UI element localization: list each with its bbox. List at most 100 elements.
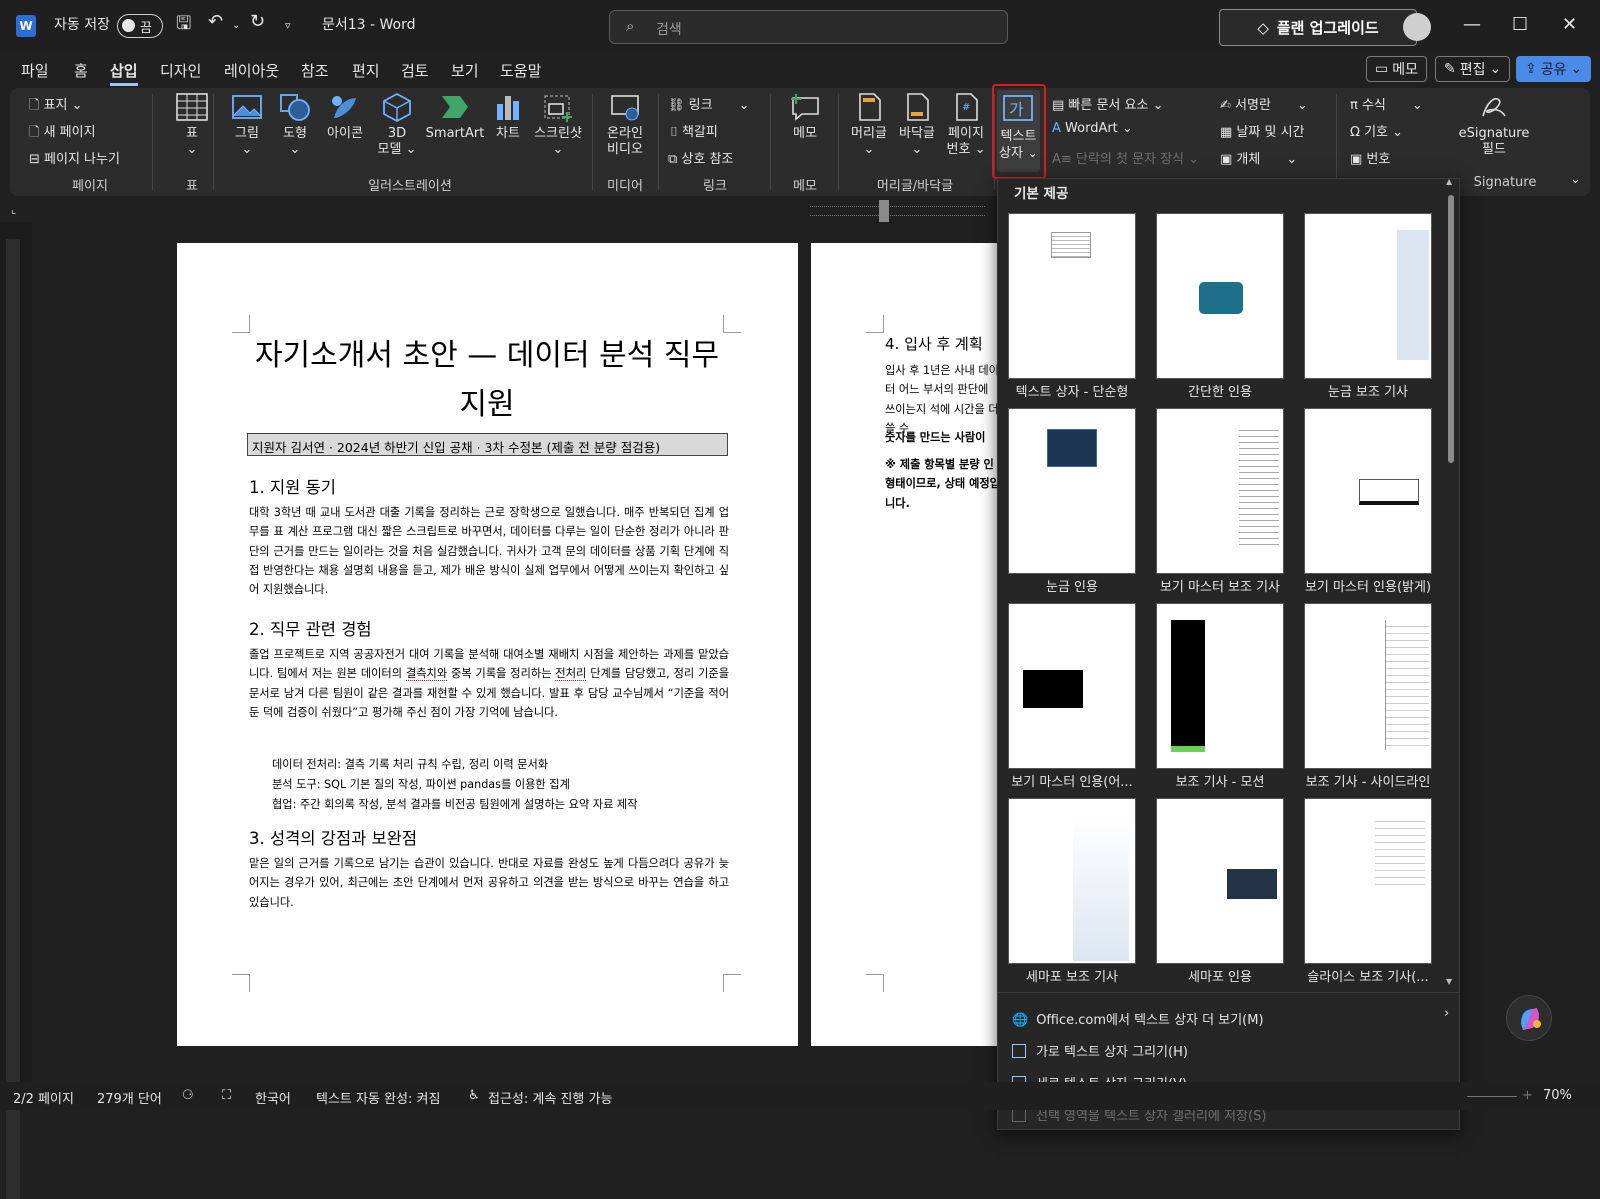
3d-models-button[interactable]: 3D 모델 ⌄ [372,92,422,158]
close-icon[interactable]: ✕ [1562,14,1577,35]
spelling-flag-word[interactable]: 전처리 [555,667,587,682]
word-count-status[interactable]: 279개 단어 [97,1088,162,1107]
tab-mailings[interactable]: 편지 [352,60,380,81]
document-page-1[interactable]: 자기소개서 초안 — 데이터 분석 직무 지원 지원자 김서연 · 2024년 … [177,243,798,1046]
upgrade-plan-button[interactable]: ◇ 플랜 업그레이드 [1219,9,1417,46]
zoom-in-icon[interactable]: + [1522,1088,1533,1103]
equation-button[interactable]: π 수식 ⌄ [1350,94,1423,113]
gallery-tile-simple-quote[interactable] [1156,213,1284,379]
page-break-button[interactable]: ⊟ 페이지 나누기 [29,148,120,167]
bold-line[interactable]: 숫자를 만드는 사람이 [885,428,1005,447]
draw-horizontal-text-box-menu-item[interactable]: 가로 텍스트 상자 그리기(H) [1012,1041,1188,1060]
text-box-button[interactable]: 가 텍스트 상자 ⌄ [992,84,1046,179]
maximize-icon[interactable]: ☐ [1512,14,1528,35]
number-button[interactable]: ▣ 번호 [1350,148,1390,167]
symbol-button[interactable]: Ω 기호 ⌄ [1350,121,1403,140]
section-heading-4[interactable]: 4. 입사 후 계획 [885,333,983,354]
tab-file[interactable]: 파일 [21,60,49,81]
avatar[interactable] [1403,13,1431,41]
list-item[interactable]: 데이터 전처리: 결측 기록 처리 규칙 수립, 정리 이력 문서화 [272,756,548,772]
edit-mode-button[interactable]: ✎ 편집 ⌄ [1435,56,1511,82]
gallery-tile-viewmaster-quote-light[interactable] [1304,408,1432,574]
text-predictions-status[interactable]: 텍스트 자동 완성: 켜짐 [316,1088,440,1107]
tab-insert[interactable]: 삽입 [110,60,138,86]
vertical-ruler[interactable] [0,222,32,1199]
online-video-button[interactable]: 온라인 비디오 [600,92,650,158]
search-box[interactable]: ⌕ 검색 [609,10,1008,44]
tab-help[interactable]: 도움말 [500,60,541,81]
copilot-icon[interactable] [1506,995,1552,1041]
tab-review[interactable]: 검토 [401,60,429,81]
gallery-tile-simple-text-box[interactable] [1008,213,1136,379]
share-button[interactable]: ⇪ 공유 ⌄ [1516,56,1592,82]
section-paragraph-3[interactable]: 맡은 일의 근거를 기록으로 남기는 습관이 있습니다. 반대로 자료를 완성도… [249,854,729,912]
tab-selector-icon[interactable]: ⌞ [11,203,16,216]
gallery-tile-slice-sidebar[interactable] [1304,798,1432,964]
esignature-fields-button[interactable]: eSignature 필드 [1454,92,1534,158]
footer-button[interactable]: 바닥글 ⌄ [894,92,940,158]
scroll-up-icon[interactable]: ▲ [1446,177,1452,186]
horizontal-ruler[interactable] [810,206,985,216]
scrollbar-thumb[interactable] [1448,195,1454,463]
section-paragraph-4[interactable]: 입사 후 1년은 사내 데이터 어느 부서의 판단에 쓰이는지 석에 시간을 더… [885,361,1000,438]
language-status[interactable]: 한국어 [255,1088,291,1107]
list-item[interactable]: 분석 도구: SQL 기본 질의 작성, 파이썬 pandas를 이용한 집계 [272,776,570,792]
indent-marker[interactable] [879,200,889,222]
accessibility-status[interactable]: 접근성: 계속 진행 가능 [488,1088,612,1107]
wordart-button[interactable]: A WordArt ⌄ [1052,121,1133,136]
smartart-button[interactable]: SmartArt [424,92,486,142]
page-number-button[interactable]: # 페이지 번호 ⌄ [942,92,990,158]
pictures-button[interactable]: 그림 ⌄ [224,92,270,158]
cover-page-button[interactable]: 🗋 표지 ⌄ [29,94,83,118]
more-text-boxes-office-menu-item[interactable]: 🌐 Office.com에서 텍스트 상자 더 보기(M) [1012,1009,1264,1028]
tab-home[interactable]: 홈 [74,60,88,81]
tab-references[interactable]: 참조 [301,60,329,81]
section-paragraph-2[interactable]: 졸업 프로젝트로 지역 공공자전거 대여 기록을 분석해 대여소별 재배치 시점… [249,645,729,722]
new-comment-button[interactable]: 메모 [780,92,830,142]
memo-button[interactable]: ▭ 메모 [1366,56,1427,82]
autosave-toggle[interactable]: 끔 [117,14,163,38]
gallery-tile-grid-sidebar[interactable] [1304,213,1432,379]
bold-note[interactable]: ※ 제출 항목별 분량 인 형태이므로, 상태 예정입니다. [885,455,1000,513]
header-button[interactable]: 머리글 ⌄ [846,92,892,158]
undo-dropdown-icon[interactable]: ⌄ [232,20,240,31]
blank-page-button[interactable]: 🗋 새 페이지 [29,121,96,145]
scroll-down-icon[interactable]: ▼ [1446,977,1452,986]
focus-mode-icon[interactable]: ⛶ [222,1088,231,1103]
object-button[interactable]: ▣ 개체 ⌄ [1220,148,1297,167]
redo-icon[interactable]: ↻ [250,11,265,32]
signature-line-button[interactable]: ✍ 서명란 ⌄ [1220,94,1308,113]
document-subtitle[interactable]: 지원자 김서연 · 2024년 하반기 신입 공채 · 3차 수정본 (제출 전… [247,433,728,456]
spelling-flag-word[interactable]: 결측치와 [405,667,448,682]
gallery-tile-sideline-sidebar[interactable] [1304,603,1432,769]
tab-design[interactable]: 디자인 [160,60,201,81]
accessibility-icon[interactable]: ♿ [468,1088,480,1103]
gallery-tile-motion-sidebar[interactable] [1156,603,1284,769]
section-paragraph-1[interactable]: 대학 3학년 때 교내 도서관 대출 기록을 정리하는 근로 장학생으로 일했습… [249,503,729,599]
icons-button[interactable]: 아이콘 [320,92,370,142]
undo-icon[interactable]: ↶ [208,11,223,32]
gallery-tile-semaphore-quote[interactable] [1156,798,1284,964]
proofing-icon[interactable]: ⚆ [182,1088,194,1103]
page-count-status[interactable]: 2/2 페이지 [13,1088,74,1107]
tab-layout[interactable]: 레이아웃 [224,60,279,81]
minimize-icon[interactable]: — [1463,14,1481,35]
gallery-tile-grid-quote[interactable] [1008,408,1136,574]
quick-parts-button[interactable]: ▤ 빠른 문서 요소 ⌄ [1052,94,1163,113]
customize-qat-icon[interactable]: ▿ [285,19,291,32]
date-time-button[interactable]: ▦ 날짜 및 시간 [1220,121,1305,140]
link-button[interactable]: ⛓ 링크 ⌄ [668,94,749,113]
gallery-tile-semaphore-sidebar[interactable] [1008,798,1136,964]
tab-view[interactable]: 보기 [451,60,479,81]
cross-reference-button[interactable]: ⧉ 상호 참조 [668,148,733,167]
ribbon-collapse-chevron-icon[interactable]: ⌄ [1570,172,1581,187]
section-heading-3[interactable]: 3. 성격의 강점과 보완점 [249,825,417,849]
screenshot-button[interactable]: 스크린샷 ⌄ [530,92,586,158]
shapes-button[interactable]: 도형 ⌄ [272,92,318,158]
section-heading-2[interactable]: 2. 직무 관련 경험 [249,616,372,640]
document-title-text[interactable]: 자기소개서 초안 — 데이터 분석 직무 지원 [247,331,727,429]
list-item[interactable]: 협업: 주간 회의록 작성, 분석 결과를 비전공 팀원에게 설명하는 요약 자… [272,796,638,812]
document-page-2[interactable]: 4. 입사 후 계획 입사 후 1년은 사내 데이터 어느 부서의 판단에 쓰이… [811,243,1001,1046]
gallery-tile-viewmaster-sidebar[interactable] [1156,408,1284,574]
gallery-tile-viewmaster-quote-dark[interactable] [1008,603,1136,769]
